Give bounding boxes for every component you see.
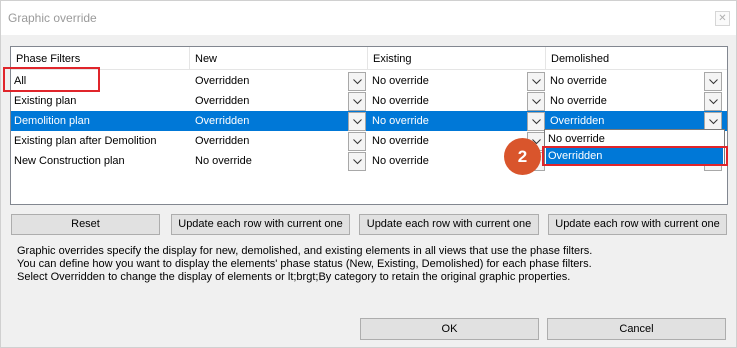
column-header-phase-filters[interactable]: Phase Filters xyxy=(11,47,190,70)
window-title: Graphic override xyxy=(8,11,97,25)
close-icon[interactable]: ✕ xyxy=(715,11,730,26)
existing-value[interactable]: No override xyxy=(372,151,522,171)
table-row-selected[interactable]: Demolition plan Overridden No override O… xyxy=(11,111,727,131)
phase-filter-grid: Phase Filters New Existing Demolished Al… xyxy=(10,46,728,205)
chevron-down-icon[interactable] xyxy=(527,72,545,91)
ok-button[interactable]: OK xyxy=(360,318,539,340)
new-value[interactable]: Overridden xyxy=(195,71,345,91)
reset-button[interactable]: Reset xyxy=(11,214,160,235)
chevron-down-icon[interactable] xyxy=(527,92,545,111)
new-value[interactable]: No override xyxy=(195,151,345,171)
table-row[interactable]: Existing plan Overridden No override No … xyxy=(11,91,727,111)
dropdown-option-no-override[interactable]: No override xyxy=(546,131,723,147)
phase-name: Existing plan after Demolition xyxy=(14,135,157,147)
update-existing-button[interactable]: Update each row with current one xyxy=(359,214,539,235)
phase-name: Existing plan xyxy=(14,95,77,107)
new-value[interactable]: Overridden xyxy=(195,131,345,151)
demolished-dropdown-list: No override Overridden xyxy=(544,129,725,166)
update-demolished-button[interactable]: Update each row with current one xyxy=(548,214,727,235)
chevron-down-icon[interactable] xyxy=(348,132,366,151)
cancel-button[interactable]: Cancel xyxy=(547,318,726,340)
demolished-value[interactable]: No override xyxy=(550,91,700,111)
new-value[interactable]: Overridden xyxy=(195,91,345,111)
chevron-down-icon[interactable] xyxy=(348,92,366,111)
chevron-down-icon[interactable] xyxy=(704,92,722,111)
column-header-existing[interactable]: Existing xyxy=(368,47,546,70)
dropdown-option-overridden[interactable]: Overridden xyxy=(546,148,723,164)
demolished-value[interactable]: Overridden xyxy=(550,111,700,131)
phase-name: New Construction plan xyxy=(14,155,125,167)
phase-name: Demolition plan xyxy=(14,115,90,127)
description-line: You can define how you want to display t… xyxy=(17,258,592,270)
update-new-button[interactable]: Update each row with current one xyxy=(171,214,350,235)
existing-value[interactable]: No override xyxy=(372,91,522,111)
table-row[interactable]: All Overridden No override No override xyxy=(11,71,727,91)
column-header-new[interactable]: New xyxy=(190,47,368,70)
phase-name: All xyxy=(14,75,27,87)
chevron-down-icon[interactable] xyxy=(704,72,722,91)
existing-value[interactable]: No override xyxy=(372,71,522,91)
existing-value[interactable]: No override xyxy=(372,111,522,131)
column-header-demolished[interactable]: Demolished xyxy=(546,47,727,70)
graphic-override-dialog: Graphic override ✕ Phase Filters New Exi… xyxy=(0,0,737,348)
chevron-down-icon[interactable] xyxy=(348,112,366,131)
demolished-value[interactable]: No override xyxy=(550,71,700,91)
chevron-down-icon[interactable] xyxy=(348,152,366,171)
chevron-down-icon[interactable] xyxy=(348,72,366,91)
new-value[interactable]: Overridden xyxy=(195,111,345,131)
chevron-down-icon[interactable] xyxy=(527,112,545,131)
step-number-badge: 2 xyxy=(504,138,541,175)
title-bar: Graphic override ✕ xyxy=(1,1,736,35)
description-line: Graphic overrides specify the display fo… xyxy=(17,245,593,257)
description-line: Select Overridden to change the display … xyxy=(17,271,571,283)
existing-value[interactable]: No override xyxy=(372,131,522,151)
